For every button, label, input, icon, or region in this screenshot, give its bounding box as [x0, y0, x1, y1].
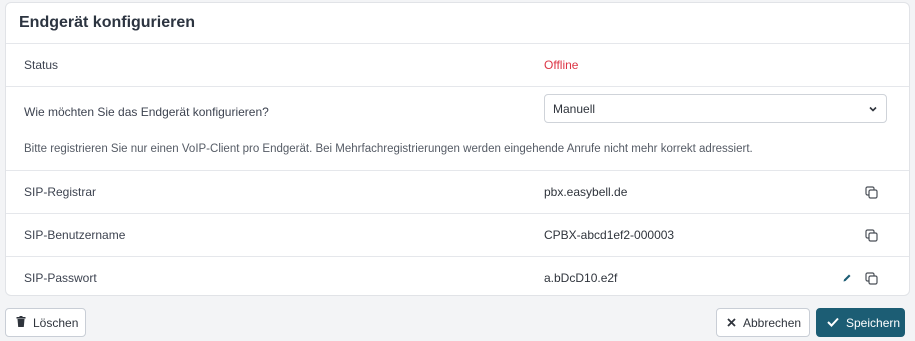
pencil-icon[interactable] [839, 270, 855, 286]
copy-icon[interactable] [863, 270, 879, 286]
cancel-button-label: Abbrechen [743, 315, 802, 330]
delete-button-label: Löschen [33, 315, 79, 330]
card-header: Endgerät konfigurieren [6, 3, 909, 44]
config-mode-select[interactable]: Manuell [544, 94, 887, 123]
sip-password-row: SIP-Passwort a.bDcD10.e2f [6, 257, 909, 295]
chevron-down-icon [868, 103, 878, 113]
card-title: Endgerät konfigurieren [19, 14, 196, 31]
sip-registrar-value: pbx.easybell.de [544, 185, 628, 199]
sip-username-value: CPBX-abcd1ef2-000003 [544, 228, 675, 242]
sip-password-value: a.bDcD10.e2f [544, 271, 618, 285]
config-question-label: Wie möchten Sie das Endgerät konfigurier… [24, 105, 269, 119]
sip-registrar-row: SIP-Registrar pbx.easybell.de [6, 171, 909, 214]
save-button-label: Speichern [846, 315, 901, 330]
config-mode-selected: Manuell [553, 101, 596, 116]
cancel-button[interactable]: Abbrechen [716, 308, 810, 337]
sip-username-label: SIP-Benutzername [24, 228, 126, 242]
save-button[interactable]: Speichern [816, 308, 905, 337]
check-icon [827, 316, 839, 330]
status-label: Status [24, 58, 59, 72]
copy-icon[interactable] [863, 227, 879, 243]
delete-button[interactable]: Löschen [5, 308, 86, 337]
status-value: Offline [544, 58, 579, 72]
close-icon [727, 316, 736, 330]
sip-username-row: SIP-Benutzername CPBX-abcd1ef2-000003 [6, 214, 909, 257]
config-row: Wie möchten Sie das Endgerät konfigurier… [6, 87, 909, 171]
status-row: Status Offline [6, 44, 909, 87]
configure-device-card: Endgerät konfigurieren Status Offline Wi… [5, 2, 910, 296]
registration-hint: Bitte registrieren Sie nur einen VoIP-Cl… [24, 143, 753, 155]
sip-password-label: SIP-Passwort [24, 271, 97, 285]
sip-registrar-label: SIP-Registrar [24, 185, 97, 199]
trash-icon [16, 315, 26, 330]
copy-icon[interactable] [863, 184, 879, 200]
